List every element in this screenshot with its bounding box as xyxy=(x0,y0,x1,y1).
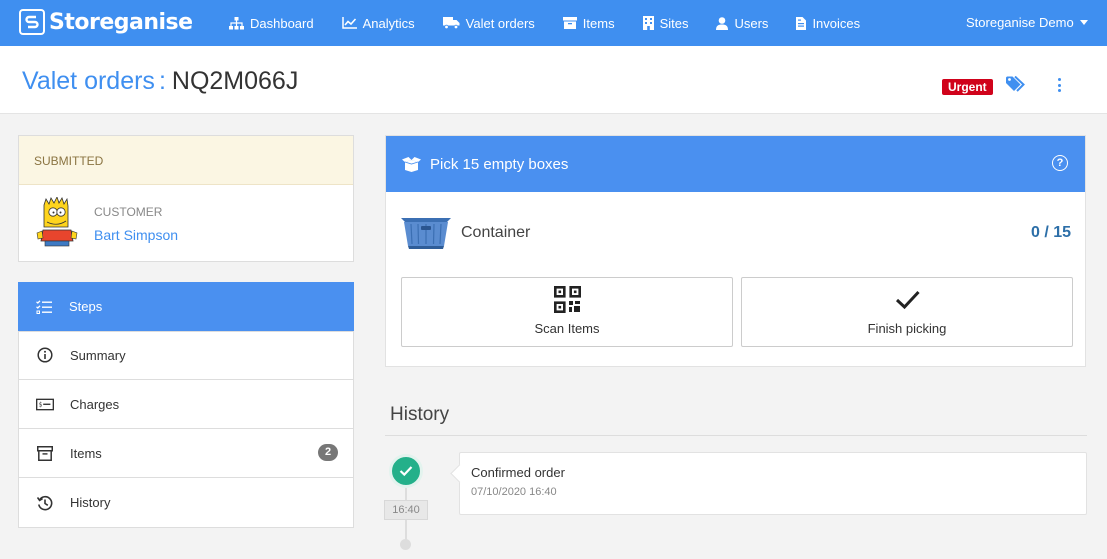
menu-item-charges-label: Charges xyxy=(70,396,120,412)
container-label: Container xyxy=(461,224,531,241)
page-header: Valet orders: NQ2M066J Urgent xyxy=(0,46,1107,114)
money-bill-icon: $ xyxy=(36,395,54,413)
order-status-card: SUBMITTED CUSTOMER Bart Simpson xyxy=(18,135,354,262)
archive-icon xyxy=(562,17,577,29)
svg-text:$: $ xyxy=(39,402,43,408)
history-icon xyxy=(36,494,54,512)
account-name: Storeganise Demo xyxy=(966,15,1074,30)
menu-item-summary[interactable]: Summary xyxy=(19,331,353,380)
customer-label: CUSTOMER xyxy=(94,205,163,219)
menu-item-items-label: Items xyxy=(70,445,102,461)
storeganise-logo-icon xyxy=(19,9,45,35)
menu-item-summary-label: Summary xyxy=(70,347,126,363)
menu-item-charges[interactable]: $ Charges xyxy=(19,380,353,429)
nav-valet-orders-label: Valet orders xyxy=(465,15,535,31)
nav-users-label: Users xyxy=(734,15,769,31)
task-header: Pick 15 empty boxes ? xyxy=(386,136,1085,192)
menu-item-steps[interactable]: Steps xyxy=(18,282,354,332)
user-icon xyxy=(716,16,729,30)
history-divider xyxy=(385,435,1087,436)
scan-items-label: Scan Items xyxy=(534,321,600,336)
menu-item-steps-label: Steps xyxy=(69,299,103,314)
timeline-check-icon xyxy=(389,454,423,488)
nav-invoices-label: Invoices xyxy=(812,15,861,31)
task-title: Pick 15 empty boxes xyxy=(430,155,569,173)
breadcrumb-valet-orders[interactable]: Valet orders xyxy=(22,67,155,95)
event-title: Confirmed order xyxy=(471,465,565,480)
checklist-icon xyxy=(35,298,53,316)
truck-icon xyxy=(442,17,460,29)
finish-picking-button[interactable]: Finish picking xyxy=(741,277,1073,347)
brand-name: Storeganise xyxy=(49,9,193,35)
account-menu[interactable]: Storeganise Demo xyxy=(966,15,1088,30)
menu-item-items[interactable]: Items 2 xyxy=(19,429,353,478)
event-date: 07/10/2020 16:40 xyxy=(471,486,557,498)
avatar xyxy=(36,197,78,247)
nav-valet-orders[interactable]: Valet orders xyxy=(442,15,535,31)
container-row: Container 0 / 15 xyxy=(401,214,1071,254)
pick-progress-count: 0 / 15 xyxy=(1030,224,1071,241)
breadcrumb-separator: : xyxy=(158,67,166,95)
nav-items[interactable]: Items xyxy=(562,15,615,31)
line-chart-icon xyxy=(341,17,357,29)
container-box-image xyxy=(401,218,451,249)
nav-dashboard-label: Dashboard xyxy=(250,15,314,31)
main-nav: Dashboard Analytics Valet orders Items S… xyxy=(229,0,888,46)
file-invoice-icon xyxy=(796,16,807,30)
picking-task-card: Pick 15 empty boxes ? Container 0 / 15 S… xyxy=(385,135,1086,367)
scan-items-button[interactable]: Scan Items xyxy=(401,277,733,347)
finish-picking-label: Finish picking xyxy=(867,321,947,336)
building-icon xyxy=(642,16,654,30)
urgent-badge: Urgent xyxy=(942,79,993,95)
open-box-icon xyxy=(402,156,421,172)
more-options-button[interactable] xyxy=(1053,76,1065,94)
sitemap-icon xyxy=(229,16,244,29)
nav-analytics-label: Analytics xyxy=(362,15,415,31)
page-title: Valet orders: NQ2M066J xyxy=(22,67,298,96)
nav-analytics[interactable]: Analytics xyxy=(341,15,415,31)
tags-button[interactable] xyxy=(1006,75,1027,96)
top-navbar: Storeganise Dashboard Analytics Valet or… xyxy=(0,0,1107,46)
order-side-menu: Steps Summary $ Charges Items 2 History xyxy=(18,282,354,528)
timeline-end-dot xyxy=(400,539,411,550)
history-heading: History xyxy=(390,404,450,425)
items-count-badge: 2 xyxy=(318,444,338,461)
nav-invoices[interactable]: Invoices xyxy=(796,16,860,31)
nav-sites[interactable]: Sites xyxy=(642,15,689,31)
tags-icon xyxy=(1006,75,1025,92)
customer-section: CUSTOMER Bart Simpson xyxy=(19,185,353,262)
menu-item-history[interactable]: History xyxy=(19,478,353,527)
status-label: SUBMITTED xyxy=(19,136,353,185)
info-icon xyxy=(36,346,54,364)
customer-name-link[interactable]: Bart Simpson xyxy=(94,227,178,243)
nav-dashboard[interactable]: Dashboard xyxy=(229,16,314,31)
vertical-dots-icon xyxy=(1057,78,1061,81)
nav-items-label: Items xyxy=(582,15,615,31)
checkmark-icon xyxy=(895,290,920,310)
help-icon[interactable]: ? xyxy=(1052,155,1068,171)
brand-logo[interactable]: Storeganise xyxy=(19,9,193,35)
menu-item-history-label: History xyxy=(70,495,111,510)
caret-down-icon xyxy=(1079,20,1088,25)
timeline-time-label: 16:40 xyxy=(384,500,428,520)
history-event-card: Confirmed order 07/10/2020 16:40 xyxy=(459,452,1087,515)
order-code: NQ2M066J xyxy=(171,67,299,95)
archive-icon xyxy=(36,444,54,462)
qr-code-icon xyxy=(553,286,581,313)
nav-users[interactable]: Users xyxy=(716,16,768,31)
nav-sites-label: Sites xyxy=(659,15,689,31)
